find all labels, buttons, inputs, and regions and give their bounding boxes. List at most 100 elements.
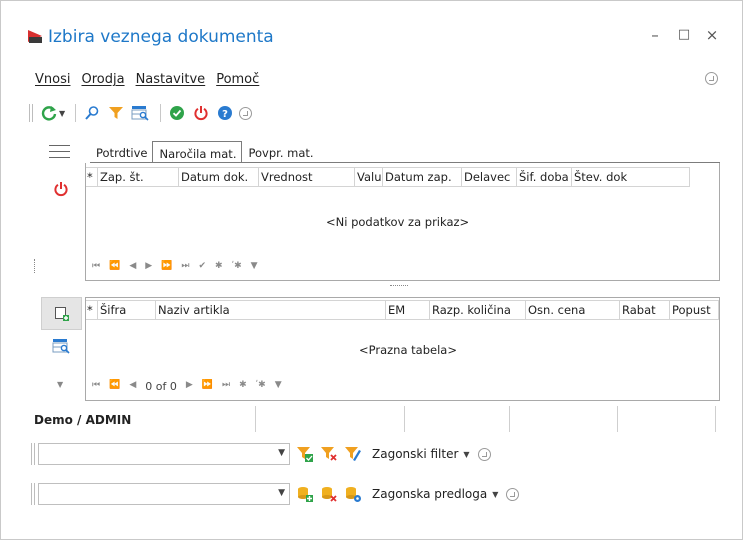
filter-button[interactable] (106, 103, 126, 123)
new-document-icon (54, 306, 69, 321)
toolbar-grip[interactable] (29, 104, 33, 122)
column-header-stev-dok[interactable]: Štev. dok (572, 168, 690, 186)
menu-vnosi[interactable]: Vnosi (35, 72, 70, 90)
column-header-osn-cena[interactable]: Osn. cena (526, 301, 620, 319)
nav-prev-icon[interactable]: ◀ (129, 380, 136, 393)
nav-last-icon[interactable]: ⏭ (222, 380, 230, 393)
column-header-new-row[interactable]: * (86, 168, 98, 186)
nav-first-icon[interactable]: ⏮ (92, 261, 100, 271)
row-grip[interactable] (31, 443, 35, 465)
side-power-icon[interactable] (53, 181, 69, 197)
nav-next-page-icon[interactable]: ⏩ (202, 380, 213, 393)
delete-template-button[interactable] (320, 485, 338, 503)
documents-grid: * Zap. št. Datum dok. Vrednost Valu Datu… (85, 163, 720, 281)
refresh-dropdown-icon[interactable]: ▼ (59, 109, 65, 118)
template-combo[interactable]: ▼ (38, 483, 290, 505)
column-header-rabat[interactable]: Rabat (620, 301, 670, 319)
template-dropdown-icon[interactable]: ▼ (492, 490, 498, 499)
more-options-icon[interactable]: ▼ (57, 380, 63, 389)
status-divider (509, 406, 510, 432)
articles-grid: * Šifra Naziv artikla EM Razp. količina … (85, 297, 720, 401)
menu-pomoc[interactable]: Pomoč (216, 72, 259, 90)
menu-orodja[interactable]: Orodja (81, 72, 124, 90)
help-button[interactable]: ? (215, 103, 235, 123)
column-header-delavec[interactable]: Delavec (462, 168, 517, 186)
column-header-sif-doba[interactable]: Šif. doba (517, 168, 572, 186)
nav-next-icon[interactable]: ▶ (145, 261, 152, 271)
column-header-razp-kolicina[interactable]: Razp. količina (430, 301, 526, 319)
nav-filter-icon[interactable]: ▼ (275, 380, 282, 393)
nav-next-page-icon[interactable]: ⏩ (161, 261, 172, 271)
hamburger-menu-icon[interactable] (49, 145, 70, 159)
grid-search-icon[interactable] (52, 338, 70, 354)
filter-combo[interactable]: ▼ (38, 443, 290, 465)
nav-prev-page-icon[interactable]: ⏪ (109, 261, 120, 271)
dialog-window: Izbira veznega dokumenta – □ × Vnosi Oro… (0, 0, 743, 540)
status-divider (617, 406, 618, 432)
maximize-button[interactable]: □ (676, 27, 692, 43)
nav-accept-icon[interactable]: ✔ (199, 261, 207, 271)
new-record-button[interactable] (41, 297, 82, 330)
chevron-down-icon[interactable]: ▼ (278, 488, 285, 498)
tab-narocila-mat[interactable]: Naročila mat. (152, 141, 243, 163)
column-header-new-row[interactable]: * (86, 301, 98, 319)
grid-splitter[interactable] (390, 285, 408, 287)
window-title: Izbira veznega dokumenta (48, 27, 274, 47)
confirm-icon (170, 106, 185, 120)
filter-label[interactable]: Zagonski filter (372, 447, 458, 461)
refresh-button[interactable] (39, 103, 59, 123)
column-header-vrednost[interactable]: Vrednost (259, 168, 355, 186)
chevron-down-icon[interactable]: ▼ (278, 448, 285, 458)
tab-potrditve[interactable]: Potrdtive (90, 143, 152, 163)
expand-icon[interactable] (239, 106, 253, 120)
filter-expand-icon[interactable] (477, 447, 491, 461)
status-divider (255, 406, 256, 432)
template-label[interactable]: Zagonska predloga (372, 487, 487, 501)
nav-cancel-icon[interactable]: ʹ✱ (232, 261, 242, 271)
apply-filter-button[interactable] (296, 445, 314, 463)
column-header-popust[interactable]: Popust (670, 301, 719, 319)
confirm-button[interactable] (167, 103, 187, 123)
filter-icon (109, 107, 124, 119)
menu-bar: Vnosi Orodja Nastavitve Pomoč (35, 72, 259, 90)
column-header-valuta[interactable]: Valu (355, 168, 383, 186)
power-button[interactable] (191, 103, 211, 123)
side-panel: ▼ (34, 135, 87, 405)
nav-prev-page-icon[interactable]: ⏪ (109, 380, 120, 393)
splitter-handle[interactable] (34, 259, 35, 273)
nav-first-icon[interactable]: ⏮ (92, 380, 100, 393)
column-header-sifra[interactable]: Šifra (98, 301, 156, 319)
refresh-icon (41, 106, 57, 121)
settings-template-button[interactable] (344, 485, 362, 503)
nav-prev-icon[interactable]: ◀ (129, 261, 136, 271)
column-header-zap-st[interactable]: Zap. št. (98, 168, 179, 186)
toolbar-separator (160, 104, 162, 122)
column-header-datum-dok[interactable]: Datum dok. (179, 168, 259, 186)
documents-navigator: ⏮ ⏪ ◀ ▶ ⏩ ⏭ ✔ ✱ ʹ✱ ▼ (92, 261, 258, 271)
edit-filter-button[interactable] (344, 445, 362, 463)
grid-search-icon (131, 106, 149, 121)
documents-grid-header: * Zap. št. Datum dok. Vrednost Valu Datu… (86, 167, 690, 187)
close-button[interactable]: × (704, 27, 720, 43)
nav-cancel-icon[interactable]: ʹ✱ (256, 380, 266, 393)
toolbar: ▼ ? (29, 101, 253, 125)
row-grip[interactable] (31, 483, 35, 505)
column-header-em[interactable]: EM (386, 301, 430, 319)
filter-dropdown-icon[interactable]: ▼ (463, 450, 469, 459)
column-header-naziv-artikla[interactable]: Naziv artikla (156, 301, 386, 319)
nav-append-icon[interactable]: ✱ (239, 380, 247, 393)
clear-filter-button[interactable] (320, 445, 338, 463)
search-button[interactable] (82, 103, 102, 123)
grid-search-button[interactable] (130, 103, 150, 123)
menu-expand-icon[interactable] (705, 72, 718, 85)
template-expand-icon[interactable] (506, 487, 520, 501)
nav-next-icon[interactable]: ▶ (186, 380, 193, 393)
tab-povpr-mat[interactable]: Povpr. mat. (242, 143, 318, 163)
menu-nastavitve[interactable]: Nastavitve (136, 72, 206, 90)
nav-last-icon[interactable]: ⏭ (181, 261, 189, 271)
nav-filter-icon[interactable]: ▼ (251, 261, 258, 271)
column-header-datum-zap[interactable]: Datum zap. (383, 168, 462, 186)
add-template-button[interactable] (296, 485, 314, 503)
minimize-button[interactable]: – (647, 27, 663, 43)
nav-append-icon[interactable]: ✱ (215, 261, 223, 271)
